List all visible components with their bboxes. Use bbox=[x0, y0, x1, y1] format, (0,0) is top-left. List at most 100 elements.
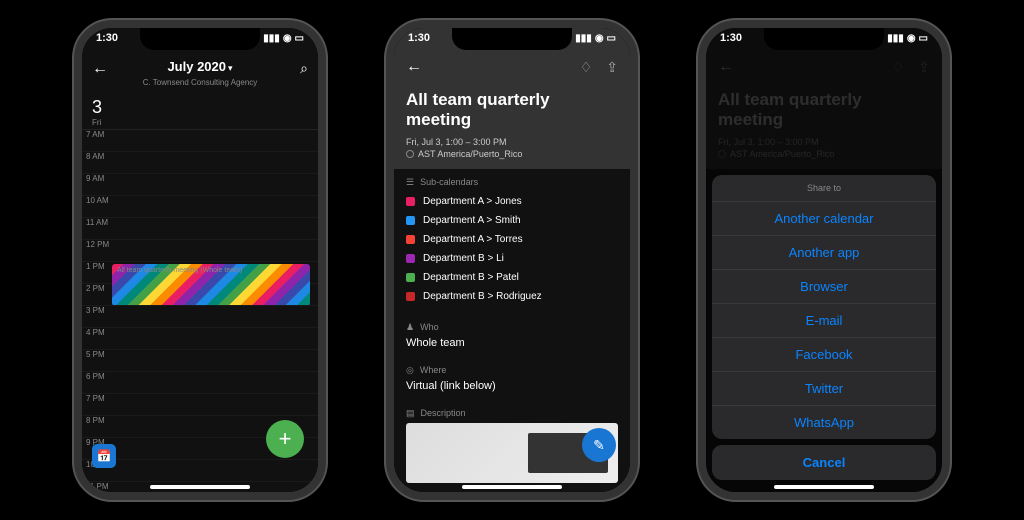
bell-icon[interactable]: ♢ bbox=[580, 59, 593, 76]
share-icon[interactable]: ⇪ bbox=[606, 59, 618, 76]
status-time: 1:30 bbox=[408, 32, 430, 44]
screen: ← July 2020▾ ⌕ C. Townsend Consulting Ag… bbox=[82, 28, 318, 492]
hour-row[interactable]: 12 PM bbox=[82, 240, 318, 262]
notch bbox=[140, 28, 260, 50]
who-section: ♟Who Whole team bbox=[394, 314, 630, 357]
share-item[interactable]: Browser bbox=[712, 269, 936, 303]
section-label: ☰Sub-calendars bbox=[406, 177, 618, 188]
hour-row[interactable]: 7 PM bbox=[82, 394, 318, 416]
subcalendar-name: Department A > Torres bbox=[423, 234, 523, 245]
calendar-icon[interactable]: 📅 bbox=[92, 444, 116, 468]
status-right: ▮▮▮ ◉ ▭ bbox=[887, 32, 928, 44]
hour-row[interactable]: 2 PM bbox=[82, 284, 318, 306]
subcalendar-name: Department B > Li bbox=[423, 253, 504, 264]
share-group: Share to Another calendarAnother appBrow… bbox=[712, 175, 936, 439]
hour-row[interactable]: 6 PM bbox=[82, 372, 318, 394]
subcalendar-item[interactable]: Department B > Li bbox=[406, 249, 618, 268]
where-section: ◎Where Virtual (link below) bbox=[394, 357, 630, 400]
color-swatch bbox=[406, 254, 415, 263]
share-item[interactable]: WhatsApp bbox=[712, 405, 936, 439]
hour-row[interactable]: 8 AM bbox=[82, 152, 318, 174]
status-right: ▮▮▮ ◉ ▭ bbox=[575, 32, 616, 44]
wifi-icon: ◉ bbox=[907, 33, 916, 44]
month-selector[interactable]: July 2020▾ bbox=[92, 58, 308, 76]
share-item[interactable]: Facebook bbox=[712, 337, 936, 371]
color-swatch bbox=[406, 273, 415, 282]
day-name: Fri bbox=[92, 118, 308, 127]
home-indicator[interactable] bbox=[150, 485, 250, 489]
globe-icon bbox=[406, 150, 414, 158]
subcalendar-item[interactable]: Department B > Rodriguez bbox=[406, 287, 618, 306]
share-title: Share to bbox=[712, 175, 936, 201]
add-button[interactable]: + bbox=[266, 420, 304, 458]
notch bbox=[764, 28, 884, 50]
section-label: ♟Who bbox=[406, 322, 618, 333]
subcalendar-item[interactable]: Department A > Torres bbox=[406, 230, 618, 249]
back-icon[interactable]: ← bbox=[92, 60, 108, 78]
share-item[interactable]: Another app bbox=[712, 235, 936, 269]
status-time: 1:30 bbox=[96, 32, 118, 44]
battery-icon: ▭ bbox=[607, 33, 616, 44]
hour-row[interactable]: 10 PM bbox=[82, 460, 318, 482]
search-icon[interactable]: ⌕ bbox=[300, 60, 308, 77]
event-timezone: AST America/Puerto_Rico bbox=[406, 149, 618, 159]
where-value: Virtual (link below) bbox=[406, 380, 618, 392]
hour-row[interactable]: 10 AM bbox=[82, 196, 318, 218]
day-header: 3 Fri bbox=[82, 93, 318, 130]
list-icon: ☰ bbox=[406, 177, 414, 188]
subcalendar-item[interactable]: Department A > Smith bbox=[406, 211, 618, 230]
status-time: 1:30 bbox=[720, 32, 742, 44]
subcalendar-name: Department B > Patel bbox=[423, 272, 519, 283]
section-label: ▤Description bbox=[406, 408, 618, 419]
share-sheet: Share to Another calendarAnother appBrow… bbox=[712, 175, 936, 480]
section-label: ◎Where bbox=[406, 365, 618, 376]
subcalendars-section: ☰Sub-calendars Department A > Jones Depar… bbox=[394, 169, 630, 314]
home-indicator[interactable] bbox=[462, 485, 562, 489]
subcalendar-name: Department A > Jones bbox=[423, 196, 522, 207]
person-icon: ♟ bbox=[406, 322, 414, 333]
share-item[interactable]: Twitter bbox=[712, 371, 936, 405]
hour-row[interactable]: 1 PMAll team quarterly meeting (Whole te… bbox=[82, 262, 318, 284]
battery-icon: ▭ bbox=[919, 33, 928, 44]
screen: ← ♢ ⇪ All team quarterly meeting Fri, Ju… bbox=[706, 28, 942, 492]
phone-event-detail: 1:30 ▮▮▮ ◉ ▭ ← ♢ ⇪ All team quarterly me… bbox=[386, 20, 638, 500]
color-swatch bbox=[406, 216, 415, 225]
share-item[interactable]: Another calendar bbox=[712, 201, 936, 235]
signal-icon: ▮▮▮ bbox=[887, 33, 904, 44]
event-time: Fri, Jul 3, 1:00 – 3:00 PM bbox=[406, 137, 618, 147]
pin-icon: ◎ bbox=[406, 365, 414, 376]
hour-row[interactable]: 7 AM bbox=[82, 130, 318, 152]
battery-icon: ▭ bbox=[295, 33, 304, 44]
wifi-icon: ◉ bbox=[283, 33, 292, 44]
signal-icon: ▮▮▮ bbox=[263, 33, 280, 44]
share-item[interactable]: E-mail bbox=[712, 303, 936, 337]
who-value: Whole team bbox=[406, 337, 618, 349]
hour-row[interactable]: 9 AM bbox=[82, 174, 318, 196]
back-icon[interactable]: ← bbox=[406, 58, 422, 76]
event-title: All team quarterly meeting bbox=[406, 90, 618, 131]
subtitle: C. Townsend Consulting Agency bbox=[92, 78, 308, 87]
day-number: 3 bbox=[92, 97, 308, 118]
wifi-icon: ◉ bbox=[595, 33, 604, 44]
cancel-button[interactable]: Cancel bbox=[712, 445, 936, 480]
screen: ← ♢ ⇪ All team quarterly meeting Fri, Ju… bbox=[394, 28, 630, 492]
subcalendar-item[interactable]: Department B > Patel bbox=[406, 268, 618, 287]
notch bbox=[452, 28, 572, 50]
edit-button[interactable]: ✎ bbox=[582, 428, 616, 462]
phone-share-sheet: 1:30 ▮▮▮ ◉ ▭ ← ♢ ⇪ All team quarterly me… bbox=[698, 20, 950, 500]
hour-row[interactable]: 11 AM bbox=[82, 218, 318, 240]
subcalendar-name: Department B > Rodriguez bbox=[423, 291, 542, 302]
color-swatch bbox=[406, 197, 415, 206]
phone-day-view: 1:30 ▮▮▮ ◉ ▭ ← July 2020▾ ⌕ C. Townsend … bbox=[74, 20, 326, 500]
color-swatch bbox=[406, 235, 415, 244]
doc-icon: ▤ bbox=[406, 408, 415, 419]
hour-row[interactable]: 3 PM bbox=[82, 306, 318, 328]
home-indicator[interactable] bbox=[774, 485, 874, 489]
event-header: All team quarterly meeting Fri, Jul 3, 1… bbox=[394, 84, 630, 169]
month-title: July 2020 bbox=[167, 59, 226, 74]
hour-row[interactable]: 4 PM bbox=[82, 328, 318, 350]
hour-row[interactable]: 5 PM bbox=[82, 350, 318, 372]
status-right: ▮▮▮ ◉ ▭ bbox=[263, 32, 304, 44]
subcalendar-item[interactable]: Department A > Jones bbox=[406, 192, 618, 211]
chevron-down-icon: ▾ bbox=[228, 63, 233, 73]
